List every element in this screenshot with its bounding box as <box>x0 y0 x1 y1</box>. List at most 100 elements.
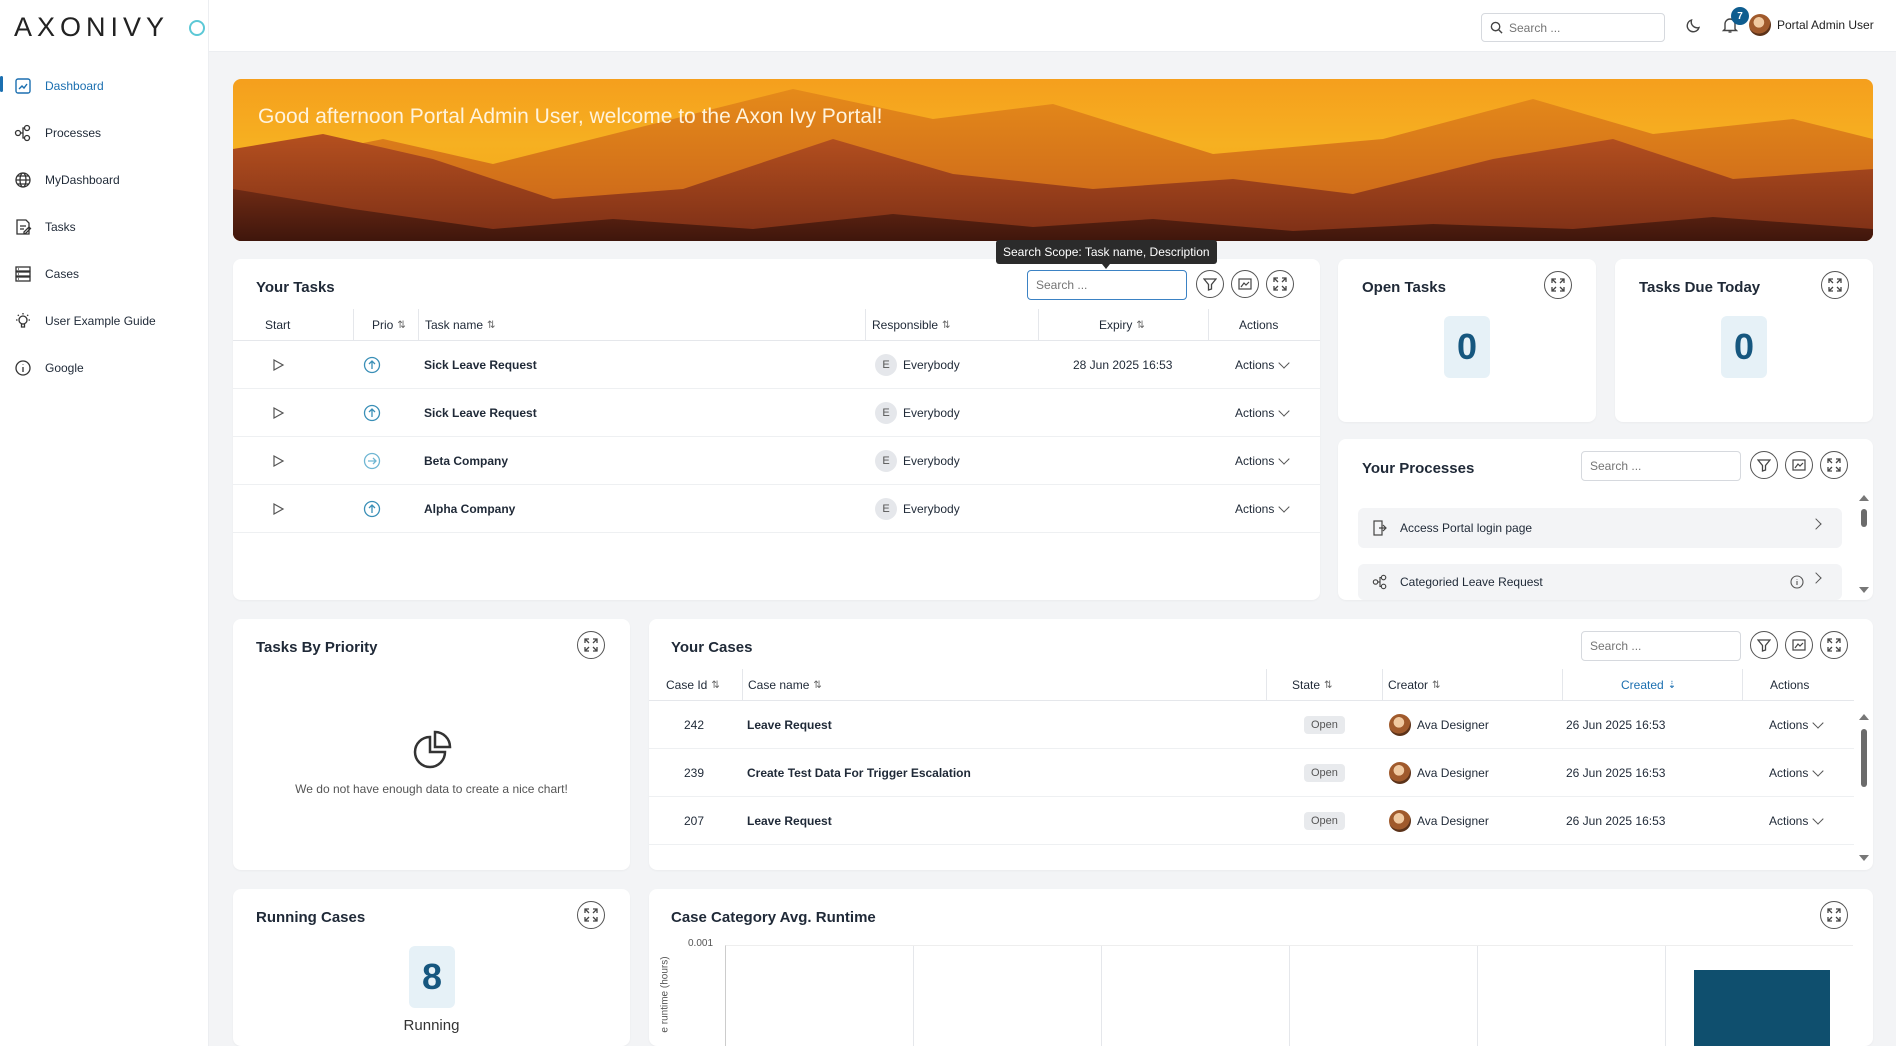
priority-high-icon <box>363 389 381 437</box>
process-item[interactable]: Categoried Leave Request <box>1358 564 1842 600</box>
processes-scrollbar[interactable] <box>1861 509 1867 527</box>
task-name[interactable]: Sick Leave Request <box>424 341 537 389</box>
task-name[interactable]: Beta Company <box>424 437 508 485</box>
info-icon[interactable] <box>1790 575 1804 589</box>
filter-button[interactable] <box>1750 451 1778 479</box>
processes-search[interactable] <box>1581 451 1741 481</box>
cases-search-input[interactable] <box>1590 639 1740 653</box>
table-row[interactable]: Sick Leave Request E Everybody Actions <box>233 389 1320 437</box>
logo[interactable]: AXONIVY <box>14 12 206 43</box>
card-title: Your Processes <box>1362 460 1475 477</box>
task-name[interactable]: Sick Leave Request <box>424 389 537 437</box>
avatar <box>1389 714 1411 736</box>
task-name[interactable]: Alpha Company <box>424 485 515 533</box>
tasks-search-input[interactable] <box>1036 278 1186 292</box>
actions-dropdown[interactable]: Actions <box>1235 437 1291 485</box>
case-name[interactable]: Create Test Data For Trigger Escalation <box>747 749 971 797</box>
user-menu[interactable]: Portal Admin User <box>1749 14 1874 36</box>
table-row[interactable]: Beta Company E Everybody Actions <box>233 437 1320 485</box>
start-icon[interactable] <box>271 437 285 485</box>
filter-button[interactable] <box>1196 270 1224 298</box>
sidebar-item-mydashboard[interactable]: MyDashboard <box>0 156 209 203</box>
filter-button[interactable] <box>1750 631 1778 659</box>
col-case-name[interactable]: Case name ⇅ <box>742 669 822 701</box>
sidebar-item-user-example-guide[interactable]: User Example Guide <box>0 297 209 344</box>
sidebar-toggle-icon[interactable] <box>189 19 206 36</box>
cases-search[interactable] <box>1581 631 1741 661</box>
responsible-name: Everybody <box>903 406 960 420</box>
chart-bar[interactable] <box>1694 970 1830 1046</box>
actions-dropdown[interactable]: Actions <box>1769 797 1825 845</box>
start-icon[interactable] <box>271 389 285 437</box>
actions-label: Actions <box>1769 814 1809 828</box>
expand-button[interactable] <box>1820 901 1848 929</box>
scroll-up-arrow[interactable] <box>1859 495 1869 501</box>
sort-icon: ⇅ <box>1324 679 1333 691</box>
table-row[interactable]: Sick Leave Request E Everybody 28 Jun 202… <box>233 341 1320 389</box>
sidebar-item-dashboard[interactable]: Dashboard <box>0 62 209 109</box>
notifications-button[interactable]: 7 <box>1721 7 1749 39</box>
expand-button[interactable] <box>1544 271 1572 299</box>
scroll-up-arrow[interactable] <box>1859 714 1869 720</box>
table-row[interactable]: Alpha Company E Everybody Actions <box>233 485 1320 533</box>
col-task-name[interactable]: Task name ⇅ <box>418 309 495 341</box>
processes-search-input[interactable] <box>1590 459 1740 473</box>
col-label: Case Id <box>666 678 708 692</box>
tasks-due-today-card: Tasks Due Today 0 <box>1615 259 1873 422</box>
running-cases-count[interactable]: 8 <box>409 946 455 1008</box>
sidebar-item-google[interactable]: Google <box>0 344 209 391</box>
logo-text: AXONIVY <box>14 12 170 42</box>
expand-button[interactable] <box>1820 631 1848 659</box>
actions-dropdown[interactable]: Actions <box>1235 389 1291 437</box>
col-created[interactable]: Created ⇣ <box>1562 669 1676 701</box>
expand-button[interactable] <box>577 631 605 659</box>
expand-button[interactable] <box>1820 451 1848 479</box>
expand-icon <box>1827 908 1841 922</box>
scroll-down-arrow[interactable] <box>1859 587 1869 593</box>
created-date: 26 Jun 2025 16:53 <box>1566 766 1666 780</box>
dark-mode-icon[interactable] <box>1685 16 1703 39</box>
global-search[interactable] <box>1481 13 1665 42</box>
your-cases-card: Your Cases Case Id⇅ Case name⇅ State⇅ Cr… <box>649 619 1873 870</box>
table-row[interactable]: 207 Leave Request Open Ava Designer 26 J… <box>649 797 1854 845</box>
sidebar-item-cases[interactable]: Cases <box>0 250 209 297</box>
col-case-id[interactable]: Case Id ⇅ <box>666 669 720 701</box>
export-button[interactable] <box>1785 451 1813 479</box>
actions-dropdown[interactable]: Actions <box>1769 701 1825 749</box>
process-item[interactable]: Access Portal login page <box>1358 508 1842 548</box>
export-button[interactable] <box>1231 270 1259 298</box>
expand-button[interactable] <box>577 901 605 929</box>
sidebar-item-processes[interactable]: Processes <box>0 109 209 156</box>
scroll-down-arrow[interactable] <box>1859 855 1869 861</box>
sidebar-item-tasks[interactable]: Tasks <box>0 203 209 250</box>
actions-dropdown[interactable]: Actions <box>1769 749 1825 797</box>
col-start: Start <box>265 318 291 332</box>
mountains-illustration <box>233 89 1873 241</box>
start-icon[interactable] <box>271 485 285 533</box>
responsible-avatar: E <box>875 354 897 376</box>
process-label: Categoried Leave Request <box>1400 575 1543 589</box>
expand-button[interactable] <box>1821 271 1849 299</box>
col-prio[interactable]: Prio ⇅ <box>353 309 406 341</box>
avatar <box>1389 762 1411 784</box>
chart-plot-area <box>725 945 1853 1046</box>
col-creator[interactable]: Creator ⇅ <box>1382 669 1440 701</box>
case-name[interactable]: Leave Request <box>747 797 832 845</box>
table-row[interactable]: 242 Leave Request Open Ava Designer 26 J… <box>649 701 1854 749</box>
open-tasks-count[interactable]: 0 <box>1444 316 1490 378</box>
expand-button[interactable] <box>1266 270 1294 298</box>
actions-dropdown[interactable]: Actions <box>1235 485 1291 533</box>
col-responsible[interactable]: Responsible ⇅ <box>865 309 950 341</box>
case-name[interactable]: Leave Request <box>747 701 832 749</box>
col-expiry[interactable]: Expiry ⇅ <box>1038 309 1145 341</box>
chevron-right-icon <box>1810 518 1822 530</box>
cases-scrollbar[interactable] <box>1861 729 1867 787</box>
global-search-input[interactable] <box>1509 20 1649 35</box>
actions-dropdown[interactable]: Actions <box>1235 341 1291 389</box>
table-row[interactable]: 239 Create Test Data For Trigger Escalat… <box>649 749 1854 797</box>
tasks-search[interactable] <box>1027 270 1187 300</box>
tasks-due-count[interactable]: 0 <box>1721 316 1767 378</box>
start-icon[interactable] <box>271 341 285 389</box>
export-button[interactable] <box>1785 631 1813 659</box>
col-state[interactable]: State ⇅ <box>1266 669 1332 701</box>
